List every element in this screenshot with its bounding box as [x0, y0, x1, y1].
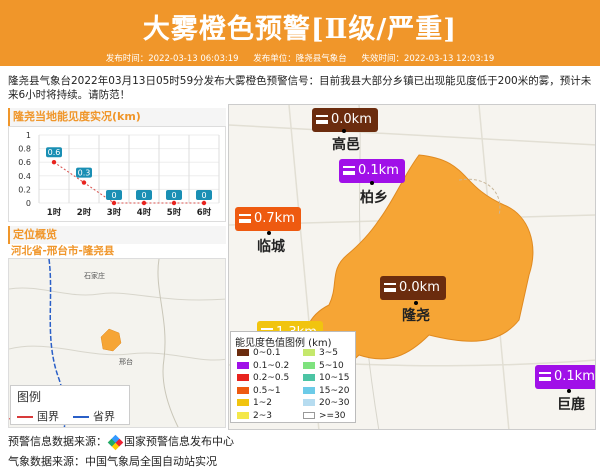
- x-tick-label: 4时: [137, 207, 152, 218]
- legend-item: 1~2: [237, 398, 272, 408]
- mini-map-label: 石家庄: [84, 272, 105, 280]
- menu-icon: [316, 115, 328, 124]
- mini-map-legend: 图例 国界 省界: [10, 385, 130, 425]
- station-julu-badge[interactable]: 0.1km: [535, 365, 595, 389]
- city-label-longyao: 隆尧: [402, 308, 430, 324]
- data-point: [171, 200, 177, 206]
- x-tick-label: 6时: [197, 207, 212, 218]
- x-tick-label: 2时: [77, 207, 92, 218]
- legend-item: >=30: [303, 411, 346, 421]
- data-label: 0: [201, 191, 206, 200]
- city-label-julu: 巨鹿: [557, 397, 585, 413]
- station-longyao-badge[interactable]: 0.0km: [380, 276, 446, 300]
- province-border-line-icon: [73, 416, 89, 418]
- legend-swatch: [237, 386, 249, 394]
- legend-swatch: [237, 361, 249, 369]
- x-tick-label: 1时: [47, 207, 62, 218]
- station-dot: [267, 231, 271, 235]
- data-point: [51, 160, 57, 165]
- mini-map-label: 邢台: [119, 358, 133, 366]
- y-tick-label: 1: [26, 131, 31, 140]
- y-tick-label: 0.4: [18, 172, 31, 181]
- warning-source: 预警信息数据来源： 国家预警信息发布中心: [8, 434, 234, 450]
- station-lincheng-badge[interactable]: 0.7km: [235, 207, 301, 231]
- legend-swatch: [237, 349, 249, 356]
- national-border-line-icon: [17, 416, 33, 418]
- data-point: [81, 180, 87, 185]
- publish-time: 发布时间：2022-03-13 06:03:19: [105, 54, 239, 64]
- legend-swatch: [303, 399, 315, 406]
- legend-swatch: [237, 374, 249, 381]
- x-tick-label: 3时: [107, 207, 122, 218]
- legend-item: 20~30: [303, 398, 349, 408]
- warning-header: 大雾橙色预警[Ⅱ级/严重] 发布时间：2022-03-13 06:03:19 发…: [0, 0, 600, 66]
- data-point: [111, 200, 117, 206]
- warning-meta: 发布时间：2022-03-13 06:03:19 发布单位：隆尧县气象台 失效时…: [0, 52, 600, 64]
- legend-swatch: [303, 411, 315, 419]
- legend-item-province-border: 省界: [73, 408, 115, 424]
- menu-icon: [239, 214, 251, 223]
- visibility-panel-title: 隆尧当地能见度实况(km): [8, 108, 226, 126]
- warning-title: 大雾橙色预警[Ⅱ级/严重]: [142, 14, 458, 45]
- data-point: [201, 200, 207, 206]
- y-tick-label: 0.8: [18, 145, 31, 154]
- warning-description: 隆尧县气象台2022年03月13日05时59分发布大雾橙色预警信号：目前我县大部…: [8, 75, 592, 101]
- data-label: 0: [141, 191, 146, 200]
- data-point: [141, 200, 147, 206]
- legend-swatch: [303, 374, 315, 381]
- mini-legend-title: 图例: [17, 390, 42, 404]
- legend-item: 15~20: [303, 386, 349, 396]
- visibility-chart-svg: 0 0.2 0.4 0.6 0.8 1 0.6 1时 0.3 2时 0 3时 0 4时 0 5时 0 6时: [18, 131, 220, 218]
- warning-center-logo-icon: [107, 434, 124, 450]
- legend-item: 0~0.1: [237, 348, 281, 358]
- y-tick-label: 0.2: [18, 185, 31, 194]
- legend-item: 0.5~1: [237, 386, 281, 396]
- legend-item: 0.2~0.5: [237, 373, 289, 383]
- area-name: 河北省-邢台市-隆尧县: [11, 245, 115, 257]
- y-tick-label: 0: [26, 199, 31, 208]
- menu-icon: [539, 372, 551, 381]
- station-dot: [342, 129, 346, 133]
- legend-item: 3~5: [303, 348, 338, 358]
- station-dot: [567, 389, 571, 393]
- legend-item: 0.1~0.2: [237, 361, 289, 371]
- station-dot: [370, 181, 374, 185]
- expire-time: 失效时间：2022-03-13 12:03:19: [361, 54, 495, 64]
- legend-swatch: [237, 399, 249, 406]
- data-label: 0.6: [48, 148, 61, 157]
- data-label: 0: [171, 191, 176, 200]
- data-label: 0: [111, 191, 116, 200]
- visibility-legend: 能见度色值图例 (km) 0~0.1 3~5 0.1~0.2 5~10 0.2~0.5 1…: [230, 331, 356, 423]
- visibility-legend-title: 能见度色值图例 (km): [235, 338, 332, 349]
- location-panel-title: 定位概览: [8, 226, 226, 244]
- legend-swatch: [303, 361, 315, 369]
- legend-item: 2~3: [237, 411, 272, 421]
- station-baixiang-badge[interactable]: 0.1km: [339, 159, 405, 183]
- warning-source-link[interactable]: 国家预警信息发布中心: [124, 435, 234, 448]
- data-label: 0.3: [78, 168, 91, 177]
- legend-item: 10~15: [303, 373, 349, 383]
- legend-swatch: [303, 386, 315, 394]
- city-label-gaoyi: 高邑: [332, 137, 360, 153]
- legend-item-national-border: 国界: [17, 408, 59, 424]
- visibility-chart: 0 0.2 0.4 0.6 0.8 1 0.6 1时 0.3 2时 0 3时 0 4时 0 5时 0 6时: [8, 126, 226, 222]
- legend-item: 5~10: [303, 361, 344, 371]
- menu-icon: [384, 283, 396, 292]
- publisher: 发布单位：隆尧县气象台: [253, 54, 347, 64]
- station-dot: [414, 301, 418, 305]
- city-label-lincheng: 临城: [257, 239, 285, 255]
- legend-swatch: [303, 349, 315, 356]
- weather-source: 气象数据来源：中国气象局全国自动站实况: [8, 455, 217, 468]
- y-tick-label: 0.6: [18, 158, 31, 167]
- city-label-baixiang: 柏乡: [360, 190, 388, 206]
- menu-icon: [343, 166, 355, 175]
- x-tick-label: 5时: [167, 207, 182, 218]
- legend-swatch: [237, 411, 249, 419]
